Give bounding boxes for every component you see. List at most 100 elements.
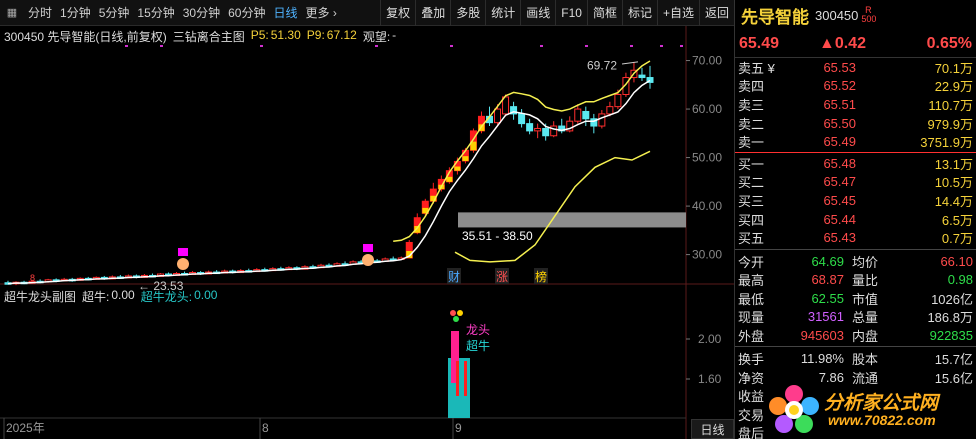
candle-body [526,123,534,132]
stat-value: 62.55 [811,290,844,306]
toolbar-button[interactable]: 标记 [621,0,657,26]
stats-divider [735,248,976,250]
orderbook-label: 买二 [738,175,765,191]
orderbook-price: 65.48 [823,155,856,171]
sub-indicator-name[interactable]: 超牛龙头副图 [4,288,76,305]
event-mark-label: 财 [448,270,460,284]
watermark: 分析家公式网 www.70822.com [766,382,976,434]
quote-panel: 先导智能 300450 R 500 65.49 ▲0.42 0.65% 卖五 ¥… [734,0,976,439]
orderbook-row[interactable]: 卖二 65.50 979.9万 [735,114,976,133]
candle-body [606,106,614,115]
orderbook-price: 65.51 [823,96,856,112]
signal-dot [450,45,453,47]
orderbook-row[interactable]: 卖三 65.51 110.7万 [735,95,976,114]
sub-y-tick-label: 1.60 [698,372,722,386]
period-tab[interactable]: 日线 [269,0,301,26]
signal-dot [540,45,543,47]
toolbar-button[interactable]: 统计 [485,0,520,26]
period-tab[interactable]: 分时 [24,0,56,26]
x-tick-label: 9 [455,421,462,435]
toolbar-button[interactable]: +自选 [656,0,699,26]
stat-label: 量比 [852,273,879,289]
toolbar-buttons: 复权 叠加 多股 统计 画线 F10 简框 标记 +自选 返回 [380,0,734,26]
kline-chart-area[interactable]: 70.00 60.00 50.00 40.00 30.00 2.00 1.60 2025年 8 9… [0,26,734,439]
orderbook-vol: 14.4万 [934,193,973,209]
orderbook-label: 买五 [738,231,765,247]
orderbook-label: 买四 [738,212,765,228]
period-tab[interactable]: 更多 › [301,0,340,26]
orderbook-row[interactable]: 买一 65.48 13.1万 [735,154,976,173]
stat-value: 11.98% [800,351,844,367]
stat-label: 总量 [852,310,879,326]
orderbook-row[interactable]: 买五 65.43 0.7万 [735,228,976,247]
orderbook-row[interactable]: 卖五 ¥ 65.53 70.1万 [735,58,976,77]
y-tick-label: 30.00 [692,248,722,262]
stats2-divider [735,346,976,348]
orderbook-row[interactable]: 卖四 65.52 22.9万 [735,77,976,96]
toolbar-button[interactable]: F10 [555,0,587,26]
stat-label: 股本 [852,352,879,368]
x-tick-label: 2025年 [6,421,45,435]
p5-label: P5: [250,28,269,42]
signal-dot [680,45,683,47]
sub-bar-red [456,361,459,396]
toolbar-button[interactable]: 简框 [586,0,622,26]
stock-code: 300450 [815,7,859,23]
event-mark-label: 榜 [535,269,547,284]
quote-stats: 今开 64.69 均价 66.10 最高 68.87 量比 0.98 最低 62.55 市值 1026… [735,252,976,345]
longtou-label: 超牛龙头: [140,290,193,304]
sub-y-tick-label: 2.00 [698,332,722,346]
stat-value: 66.10 [940,253,973,269]
x-tick-label: 8 [262,421,269,435]
stat-value: 922835 [929,327,973,343]
last-price: 65.49 [739,34,780,52]
toolbar-button[interactable]: 多股 [450,0,485,26]
stat-label: 最低 [738,291,765,307]
bottom-period-tab[interactable]: 日线 [691,419,734,439]
period-tab[interactable]: 5分钟 [95,0,134,26]
period-tab[interactable]: 1分钟 [56,0,95,26]
diamond-icon [362,254,374,266]
orderbook-row[interactable]: 买四 65.44 6.5万 [735,210,976,229]
orderbook-vol: 13.1万 [934,156,973,172]
grid-menu-icon[interactable]: ▦ [0,0,24,26]
orderbook-row[interactable]: 买二 65.47 10.5万 [735,173,976,192]
toolbar-button[interactable]: 复权 [380,0,415,26]
stat-row: 现量 31561 总量 186.8万 [735,307,976,326]
indicator-name[interactable]: 三钻离合主图 [173,28,245,45]
y-tick-label: 50.00 [692,151,722,165]
toolbar-button[interactable]: 叠加 [415,0,450,26]
orderbook-vol: 110.7万 [928,97,973,113]
period-tab[interactable]: 30分钟 [179,0,224,26]
high-pointer [621,61,639,65]
signal-dot [160,45,163,47]
orderbook-label: 卖二 [738,116,765,132]
stat-row: 换手 11.98% 股本 15.7亿 [735,349,976,368]
orderbook-row[interactable]: 卖一 65.49 3751.9万 [735,132,976,151]
orderbook-price: 65.53 [823,59,856,75]
orderbook-vol: 6.5万 [941,212,973,228]
stat-value: 68.87 [811,272,844,288]
toolbar-button[interactable]: 返回 [698,0,734,26]
kline-chart[interactable]: 70.00 60.00 50.00 40.00 30.00 2.00 1.60 2025年 8 9… [0,26,734,439]
period-tab[interactable]: 15分钟 [133,0,178,26]
stat-label: 市值 [852,291,879,307]
p5-value: 51.30 [270,28,301,42]
period-tab[interactable]: 60分钟 [224,0,269,26]
candle-highlight [462,156,469,161]
orderbook-price: 65.45 [823,192,856,208]
price-change: ▲0.42 [819,34,866,52]
toolbar-button[interactable]: 画线 [520,0,555,26]
stat-value: 15.7亿 [934,352,973,368]
stat-row: 最低 62.55 市值 1026亿 [735,289,976,308]
orderbook-price: 65.43 [823,230,856,246]
high-label: 69.72 [587,58,617,72]
y-tick-label: 40.00 [692,199,722,213]
price-change-pct: 0.65% [926,34,972,52]
orderbook-label: 买三 [738,193,765,209]
stat-label: 最高 [738,273,765,289]
stat-value: 1026亿 [931,291,973,307]
sub-label-chaoniu: 超牛 [466,338,490,353]
signal-dot [660,45,663,47]
orderbook-row[interactable]: 买三 65.45 14.4万 [735,191,976,210]
